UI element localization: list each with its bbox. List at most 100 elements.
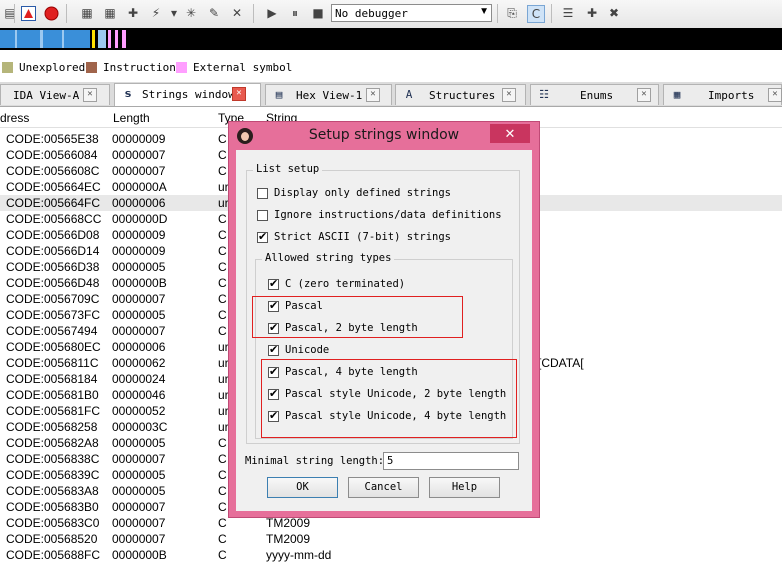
debugger-select[interactable]: No debugger ▼: [331, 4, 492, 22]
checkbox-label: Display only defined strings: [274, 187, 452, 199]
play-icon[interactable]: ▶: [264, 5, 280, 21]
dialog-titlebar[interactable]: Setup strings window ✕: [229, 122, 539, 150]
tab-label: Enums: [580, 89, 614, 102]
close-icon[interactable]: ✕: [502, 88, 516, 102]
function-icon[interactable]: ⚡: [148, 5, 164, 21]
checkbox-box[interactable]: [268, 343, 279, 356]
column-header-address[interactable]: dress: [0, 111, 29, 125]
chevron-down-icon: ▼: [479, 6, 489, 17]
toolbar-separator: [497, 4, 498, 23]
cell-address: CODE:005682A8: [6, 436, 99, 450]
column-header-length[interactable]: Length: [113, 111, 150, 125]
tab-hex-view-1[interactable]: ▤ Hex View-1 ✕: [265, 84, 392, 105]
dialog-close-button[interactable]: ✕: [490, 124, 530, 143]
cell-type: C: [218, 260, 227, 274]
cell-type: C: [218, 276, 227, 290]
cell-length: 00000007: [112, 292, 166, 306]
add-segment-icon[interactable]: ✚: [125, 5, 141, 21]
close-icon[interactable]: ✕: [637, 88, 651, 102]
checkbox-label: Strict ASCII (7-bit) strings: [274, 231, 452, 243]
type-unicode-checkbox[interactable]: Unicode: [268, 343, 329, 356]
cell-type: C: [218, 164, 227, 178]
strings-icon: 𝘀: [124, 87, 132, 100]
cell-type: C: [218, 132, 227, 146]
checkbox-box[interactable]: [268, 277, 279, 290]
delete-breakpoint-icon[interactable]: ✖: [606, 5, 622, 21]
tab-imports[interactable]: ▦ Imports ✕: [663, 84, 782, 105]
close-x-icon[interactable]: ✕: [229, 5, 245, 21]
code-icon[interactable]: ▦: [79, 5, 95, 21]
data-icon[interactable]: ▦: [102, 5, 118, 21]
cancel-button[interactable]: Cancel: [348, 477, 419, 498]
tab-enums[interactable]: ☷ Enums ✕: [530, 84, 659, 105]
close-icon[interactable]: ✕: [83, 88, 97, 102]
checkbox-label: C (zero terminated): [285, 278, 406, 290]
dialog-body: List setup Display only defined strings …: [236, 150, 532, 511]
cell-string: TM2009: [266, 532, 311, 546]
cell-type: C: [218, 468, 227, 482]
cell-address: CODE:00568520: [6, 532, 98, 546]
cell-type: C: [218, 148, 227, 162]
step-over-icon[interactable]: C: [527, 5, 545, 23]
checkbox-box[interactable]: [257, 187, 268, 199]
cell-length: 00000009: [112, 228, 166, 242]
cell-type: C: [218, 436, 227, 450]
cell-address: CODE:005664FC: [6, 196, 101, 210]
step-into-icon[interactable]: ⎘: [504, 5, 520, 21]
cell-length: 0000000A: [112, 180, 167, 194]
group-title: Allowed string types: [262, 252, 395, 264]
tab-strings-window[interactable]: 𝘀 Strings window ✕: [114, 83, 261, 106]
cell-length: 00000005: [112, 308, 166, 322]
cell-string: yyyy-mm-dd: [266, 548, 332, 562]
table-row[interactable]: CODE:00568520 00000007 C TM2009: [0, 531, 782, 547]
ok-button[interactable]: OK: [267, 477, 338, 498]
ignore-instructions-checkbox[interactable]: Ignore instructions/data definitions: [257, 209, 502, 221]
arrow-icon[interactable]: ▤: [2, 5, 18, 21]
tab-ida-view-a[interactable]: IDA View-A ✕: [0, 84, 110, 105]
type-c-checkbox[interactable]: C (zero terminated): [268, 277, 406, 290]
chevron-down-icon[interactable]: ▾: [166, 5, 182, 21]
tab-label: Imports: [708, 89, 755, 102]
cell-length: 00000006: [112, 340, 166, 354]
cell-address: CODE:00566D08: [6, 228, 100, 242]
display-defined-strings-checkbox[interactable]: Display only defined strings: [257, 187, 451, 199]
close-icon[interactable]: ✕: [232, 87, 246, 101]
imports-icon: ▦: [673, 88, 681, 101]
toolbar-separator: [14, 4, 15, 23]
strict-ascii-checkbox[interactable]: Strict ASCII (7-bit) strings: [257, 230, 452, 243]
nav-segment-code: [0, 30, 90, 48]
star-icon[interactable]: ✳: [183, 5, 199, 21]
cell-type: C: [218, 228, 227, 242]
setup-strings-dialog: Setup strings window ✕ List setup Displa…: [228, 121, 540, 518]
nav-segment-code: [15, 30, 17, 48]
close-icon[interactable]: ✕: [768, 88, 782, 102]
list-icon[interactable]: ☰: [560, 5, 576, 21]
checkbox-box[interactable]: [257, 230, 268, 243]
legend-swatch: [2, 62, 13, 73]
min-length-input[interactable]: 5: [383, 452, 519, 470]
add-breakpoint-icon[interactable]: ✚: [584, 5, 600, 21]
cell-type: C: [218, 484, 227, 498]
annotation-highlight-box: [252, 296, 463, 338]
cell-address: CODE:005683C0: [6, 516, 100, 530]
tab-structures[interactable]: A Structures ✕: [395, 84, 526, 105]
tab-label: Hex View-1: [296, 89, 363, 102]
breakpoint-triangle-icon[interactable]: [20, 5, 36, 21]
pause-icon[interactable]: ⏸: [287, 5, 303, 21]
cell-type: C: [218, 292, 227, 306]
cell-address: CODE:005681B0: [6, 388, 99, 402]
cell-length: 00000007: [112, 164, 166, 178]
checkbox-box[interactable]: [257, 209, 268, 221]
table-row[interactable]: CODE:005688FC 0000000B Cyyyy-mm-dd: [0, 547, 782, 563]
close-icon[interactable]: ✕: [366, 88, 380, 102]
record-icon[interactable]: [43, 5, 59, 21]
cell-address: CODE:00568184: [6, 372, 98, 386]
help-button[interactable]: Help: [429, 477, 500, 498]
navigation-band[interactable]: [0, 28, 782, 50]
stop-icon[interactable]: ■: [310, 5, 326, 21]
cell-address: CODE:005664EC: [6, 180, 101, 194]
cell-address: CODE:0056811C: [6, 356, 99, 370]
patch-icon[interactable]: ✎: [206, 5, 222, 21]
nav-segment-code: [40, 30, 43, 48]
cell-length: 00000007: [112, 148, 166, 162]
